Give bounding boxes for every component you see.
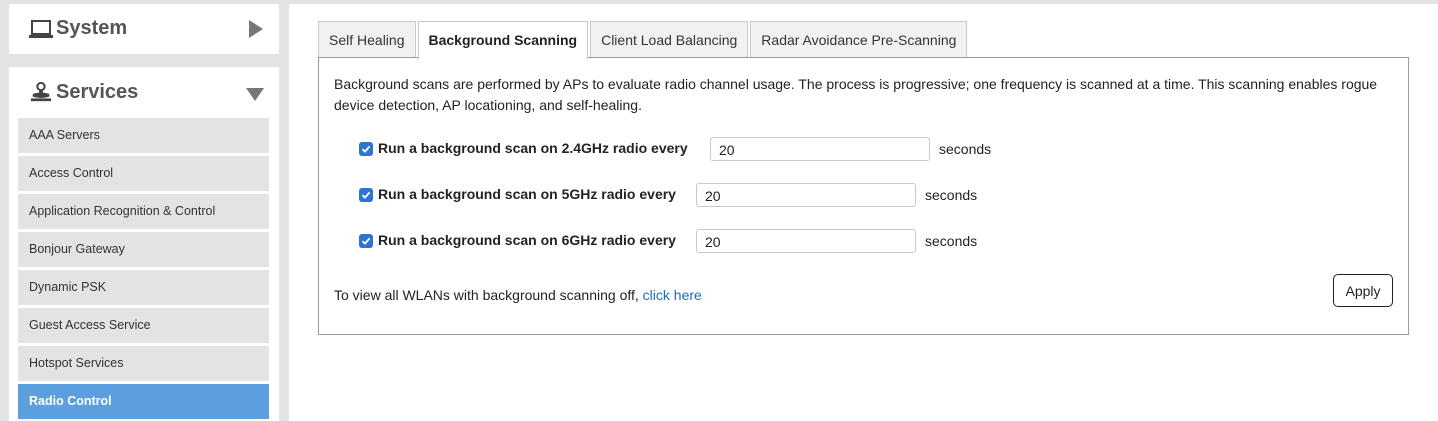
system-section-header[interactable]: System	[9, 4, 279, 54]
chevron-down-icon[interactable]	[245, 86, 265, 102]
sidebar-item-access-control[interactable]: Access Control	[18, 156, 269, 191]
services-label: Services	[56, 81, 139, 103]
apply-button[interactable]: Apply	[1333, 274, 1393, 307]
checkmark-icon	[361, 145, 371, 153]
tab-radar-avoidance-pre-scanning[interactable]: Radar Avoidance Pre-Scanning	[750, 21, 968, 58]
scan-5ghz-unit: seconds	[925, 187, 978, 203]
services-section-header[interactable]: Services	[9, 67, 279, 117]
sidebar-item-dynamic-psk[interactable]: Dynamic PSK	[18, 270, 269, 305]
main-content: Self Healing Background Scanning Client …	[289, 4, 1438, 421]
scan-6ghz-checkbox[interactable]	[359, 234, 373, 248]
scan-6ghz-unit: seconds	[925, 233, 978, 249]
sidebar-item-bonjour-gateway[interactable]: Bonjour Gateway	[18, 232, 269, 267]
scan-5ghz-interval-input[interactable]	[696, 183, 916, 207]
scan-5ghz-label: Run a background scan on 5GHz radio ever…	[378, 186, 676, 202]
description-text: Background scans are performed by APs to…	[334, 76, 1378, 113]
scan-2-4ghz-label: Run a background scan on 2.4GHz radio ev…	[378, 140, 688, 156]
tab-self-healing[interactable]: Self Healing	[318, 21, 416, 58]
scan-2-4ghz-interval-input[interactable]	[710, 137, 930, 161]
tab-client-load-balancing[interactable]: Client Load Balancing	[590, 21, 749, 58]
background-scanning-panel: Background scans are performed by APs to…	[318, 57, 1409, 335]
laptop-icon	[29, 20, 53, 38]
checkmark-icon	[361, 237, 371, 245]
sidebar-item-hotspot-services[interactable]: Hotspot Services	[18, 346, 269, 381]
system-label: System	[56, 17, 128, 39]
tab-background-scanning[interactable]: Background Scanning	[417, 21, 589, 59]
checkmark-icon	[361, 191, 371, 199]
scan-5ghz-checkbox[interactable]	[359, 188, 373, 202]
sidebar-item-guest-access-service[interactable]: Guest Access Service	[18, 308, 269, 343]
click-here-link[interactable]: click here	[643, 287, 702, 303]
scan-6ghz-label: Run a background scan on 6GHz radio ever…	[378, 232, 676, 248]
sidebar: System Services AAA Servers Access Contr…	[0, 0, 288, 421]
sidebar-item-radio-control[interactable]: Radio Control	[18, 384, 269, 419]
chevron-right-icon[interactable]	[247, 19, 265, 39]
scan-2-4ghz-unit: seconds	[939, 141, 992, 157]
sidebar-item-application-recognition[interactable]: Application Recognition & Control	[18, 194, 269, 229]
scan-2-4ghz-checkbox[interactable]	[359, 142, 373, 156]
scan-row-2-4ghz: Run a background scan on 2.4GHz radio ev…	[319, 137, 1019, 161]
scan-row-6ghz: Run a background scan on 6GHz radio ever…	[319, 229, 1019, 253]
footer-note-text: To view all WLANs with background scanni…	[334, 287, 639, 303]
footer-note: To view all WLANs with background scanni…	[334, 287, 702, 303]
sidebar-item-aaa-servers[interactable]: AAA Servers	[18, 118, 269, 153]
tab-bar: Self Healing Background Scanning Client …	[318, 21, 969, 59]
services-icon	[30, 81, 52, 102]
scan-6ghz-interval-input[interactable]	[696, 229, 916, 253]
scan-row-5ghz: Run a background scan on 5GHz radio ever…	[319, 183, 1019, 207]
